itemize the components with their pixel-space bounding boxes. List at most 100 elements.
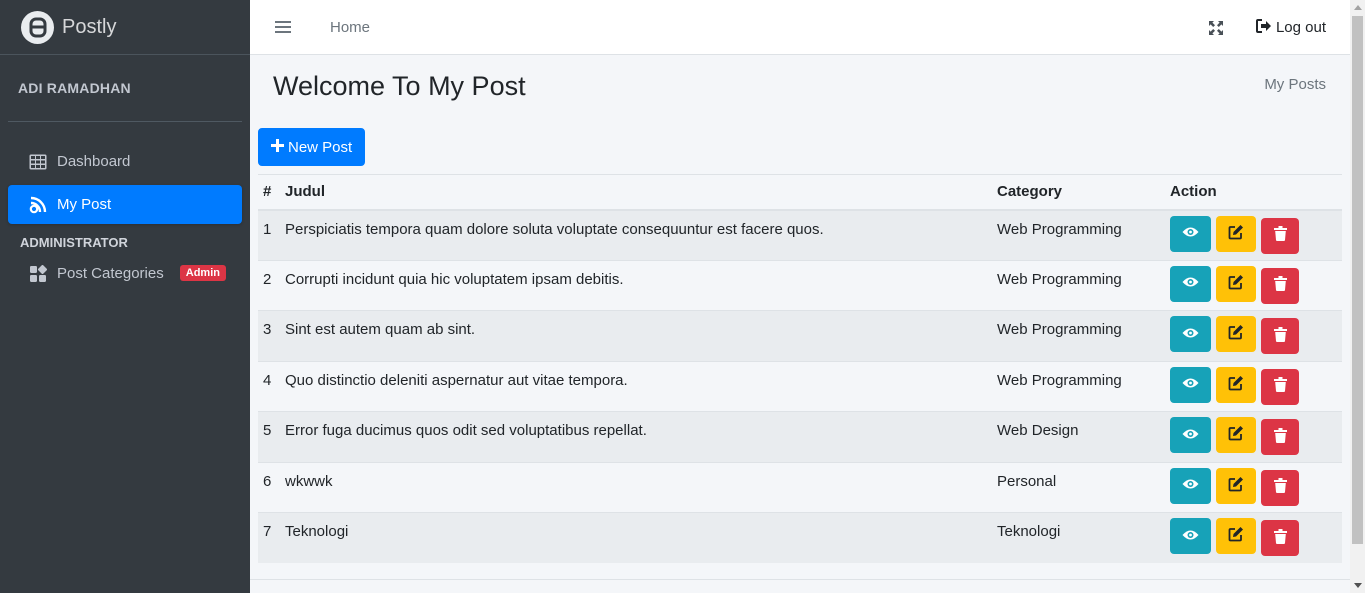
- scroll-down-arrow-icon[interactable]: [1354, 583, 1362, 588]
- row-title: Corrupti incidunt quia hic voluptatem ip…: [280, 259, 992, 311]
- new-post-button[interactable]: New Post: [258, 128, 366, 166]
- blog-icon: [28, 195, 48, 215]
- row-category: Web Programming: [992, 259, 1165, 311]
- trash-icon: [1273, 528, 1287, 548]
- breadcrumb[interactable]: My Posts: [1264, 76, 1326, 93]
- edit-icon: [1228, 224, 1244, 244]
- row-title: Quo distinctio deleniti aspernatur aut v…: [280, 360, 992, 412]
- edit-button[interactable]: [1216, 467, 1257, 504]
- sidebar-item-label: My Post: [57, 196, 112, 213]
- row-number: 6: [258, 461, 280, 513]
- delete-button[interactable]: [1261, 267, 1300, 304]
- brand-logo-icon: [21, 10, 54, 44]
- row-number: 3: [258, 310, 280, 361]
- delete-button[interactable]: [1261, 520, 1300, 556]
- row-category: Web Programming: [992, 310, 1165, 361]
- row-actions: [1165, 512, 1342, 563]
- eye-icon: [1182, 477, 1199, 494]
- row-category: Web Programming: [992, 360, 1165, 412]
- edit-icon: [1228, 324, 1244, 344]
- row-number: 4: [258, 360, 280, 412]
- edit-button[interactable]: [1216, 518, 1257, 554]
- table-header-row: # Judul Category Action: [258, 174, 1342, 211]
- row-category: Personal: [992, 461, 1165, 513]
- edit-button[interactable]: [1216, 316, 1257, 352]
- view-button[interactable]: [1170, 366, 1211, 403]
- column-header-title: Judul: [280, 174, 992, 211]
- row-actions: [1165, 209, 1342, 260]
- eye-icon: [1182, 427, 1199, 444]
- eye-icon: [1182, 326, 1199, 343]
- admin-badge: Admin: [179, 265, 226, 281]
- row-category: Web Design: [992, 411, 1165, 462]
- nav-section-header: ADMINISTRATOR: [20, 234, 128, 250]
- table-row: 3 Sint est autem quam ab sint. Web Progr…: [258, 310, 1342, 361]
- table-row: 6 wkwwk Personal: [258, 461, 1342, 513]
- delete-button[interactable]: [1261, 318, 1300, 354]
- edit-icon: [1228, 476, 1244, 496]
- row-actions: [1165, 259, 1342, 311]
- sign-out-icon: [1255, 18, 1272, 37]
- view-button[interactable]: [1170, 518, 1211, 554]
- trash-icon: [1273, 276, 1287, 295]
- user-name[interactable]: ADI RAMADHAN: [18, 80, 131, 96]
- table-body: 1 Perspiciatis tempora quam dolore solut…: [258, 209, 1342, 563]
- hamburger-menu-icon[interactable]: [275, 21, 291, 33]
- page-title: Welcome To My Post: [273, 71, 526, 101]
- row-actions: [1165, 411, 1342, 462]
- view-button[interactable]: [1170, 215, 1211, 252]
- view-button[interactable]: [1170, 417, 1211, 453]
- sidebar-item-dashboard[interactable]: Dashboard: [8, 142, 242, 181]
- view-button[interactable]: [1170, 316, 1211, 352]
- logout-button[interactable]: Log out: [1255, 18, 1326, 37]
- row-number: 2: [258, 259, 280, 311]
- eye-icon: [1182, 528, 1199, 545]
- main-content: Welcome To My Post My Posts New Post # J…: [250, 55, 1350, 593]
- sidebar-item-my-post[interactable]: My Post: [8, 185, 242, 224]
- table-icon: [28, 152, 48, 172]
- scroll-up-arrow-icon[interactable]: [1354, 5, 1362, 10]
- row-title: Teknologi: [280, 512, 992, 563]
- edit-icon: [1228, 526, 1244, 546]
- brand-text: Postly: [62, 15, 117, 38]
- table-row: 1 Perspiciatis tempora quam dolore solut…: [258, 209, 1342, 260]
- nav-home-link[interactable]: Home: [330, 19, 370, 36]
- edit-icon: [1228, 375, 1244, 395]
- column-header-action: Action: [1165, 174, 1342, 211]
- view-button[interactable]: [1170, 467, 1211, 504]
- eye-icon: [1182, 275, 1199, 292]
- sidebar-item-label: Dashboard: [57, 153, 131, 170]
- edit-button[interactable]: [1216, 417, 1257, 453]
- row-number: 5: [258, 411, 280, 462]
- delete-button[interactable]: [1261, 368, 1300, 405]
- row-title: Perspiciatis tempora quam dolore soluta …: [280, 209, 992, 260]
- table-row: 2 Corrupti incidunt quia hic voluptatem …: [258, 259, 1342, 311]
- posts-table: # Judul Category Action 1 Perspiciatis t…: [258, 174, 1342, 563]
- sidebar-item-label: Post Categories: [57, 265, 164, 282]
- row-title: wkwwk: [280, 461, 992, 513]
- eye-icon: [1182, 225, 1199, 242]
- edit-icon: [1228, 425, 1244, 445]
- view-button[interactable]: [1170, 265, 1211, 302]
- trash-icon: [1273, 478, 1287, 497]
- delete-button[interactable]: [1261, 419, 1300, 455]
- sidebar-item-post-categories[interactable]: Post Categories Admin: [8, 254, 242, 293]
- edit-button[interactable]: [1216, 366, 1257, 403]
- logout-label: Log out: [1275, 19, 1326, 36]
- delete-button[interactable]: [1261, 217, 1300, 254]
- table-row: 7 Teknologi Teknologi: [258, 512, 1342, 563]
- plus-icon: [271, 138, 284, 156]
- edit-button[interactable]: [1216, 265, 1257, 302]
- trash-icon: [1273, 226, 1287, 245]
- row-number: 7: [258, 512, 280, 563]
- delete-button[interactable]: [1261, 469, 1300, 506]
- trash-icon: [1273, 326, 1287, 346]
- brand-link[interactable]: Postly: [0, 0, 250, 55]
- posts-table-wrapper: # Judul Category Action 1 Perspiciatis t…: [258, 174, 1342, 563]
- fullscreen-icon[interactable]: [1208, 20, 1223, 35]
- edit-button[interactable]: [1216, 215, 1257, 252]
- column-header-category: Category: [992, 174, 1165, 211]
- top-right-actions: Log out: [1208, 0, 1326, 55]
- page-scrollbar[interactable]: [1350, 0, 1365, 593]
- scrollbar-thumb[interactable]: [1352, 16, 1363, 544]
